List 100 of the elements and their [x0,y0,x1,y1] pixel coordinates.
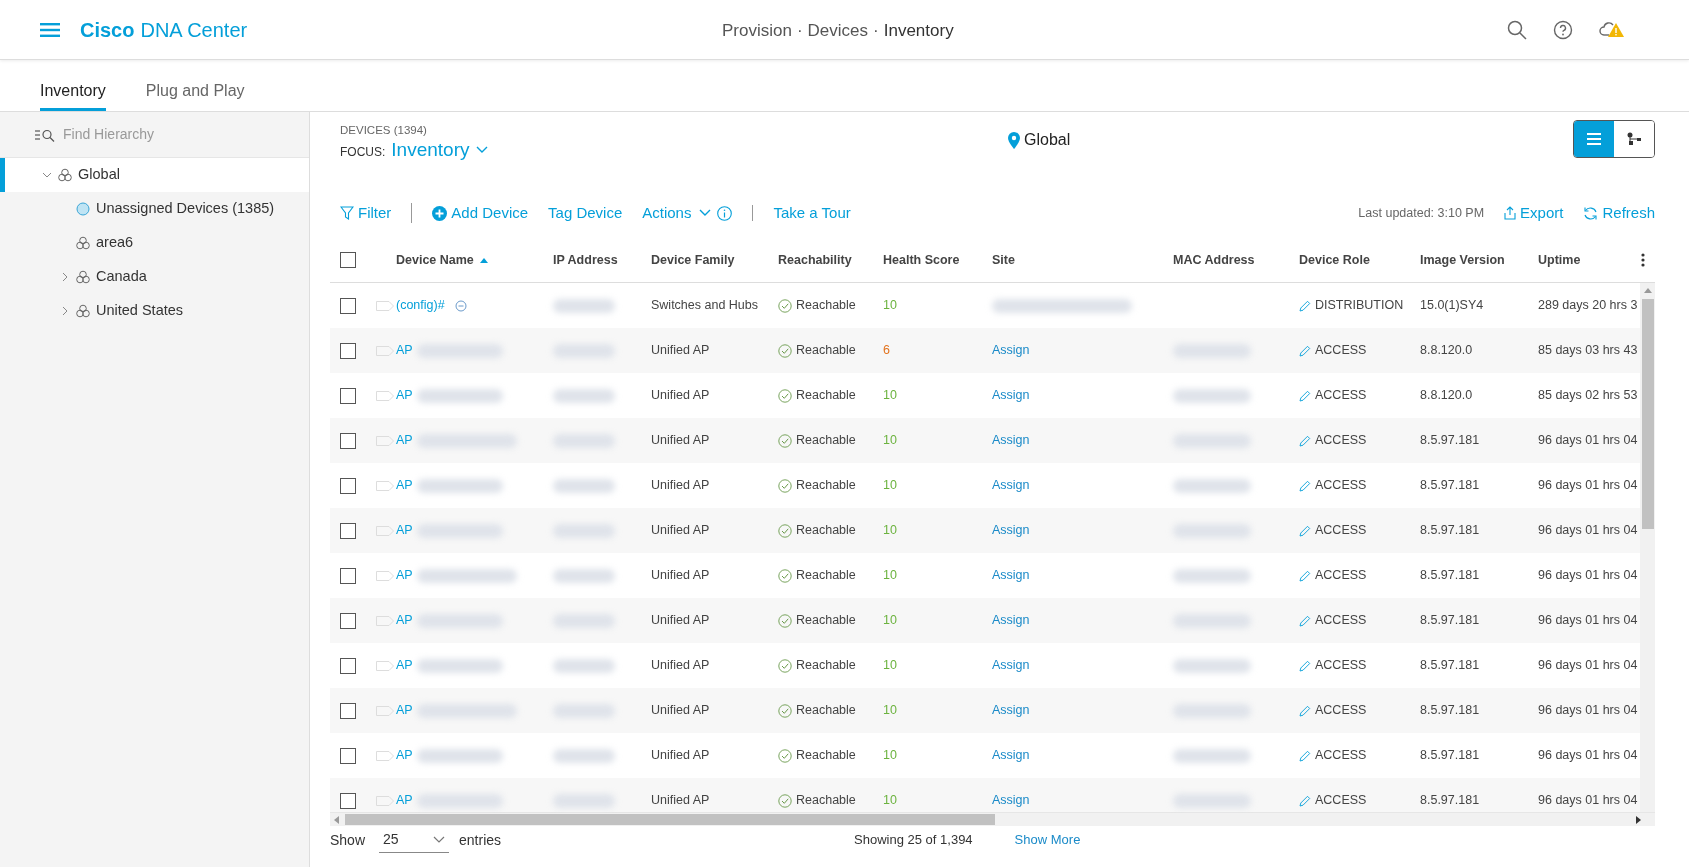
checkbox[interactable] [340,567,356,584]
scrollbar-thumb[interactable] [345,814,995,825]
checkbox[interactable] [340,747,356,764]
assign-link[interactable]: Assign [992,566,1030,585]
column-header[interactable]: Uptime [1538,250,1581,270]
assign-link[interactable]: Assign [992,386,1030,405]
device-name-link[interactable]: AP [396,746,413,765]
breadcrumb-item[interactable]: Devices [807,18,869,44]
scroll-up-icon [1643,288,1652,293]
check-circle-icon [778,793,792,808]
scrollbar-thumb[interactable] [1641,299,1654,529]
checkbox[interactable] [340,432,356,449]
table-row[interactable]: AP Unified AP Reachable 10 Assign ACCESS 8.5.97.181 96 days 01 hrs 04 [330,598,1640,643]
column-header[interactable]: Site [992,250,1015,270]
column-header[interactable]: MAC Address [1173,250,1255,270]
checkbox[interactable] [340,657,356,674]
assign-link[interactable]: Assign [992,656,1030,675]
search-field[interactable]: Find Hierarchy [63,124,283,145]
health-score: 10 [883,567,897,585]
tree-item[interactable]: area6 [0,226,309,260]
table-row[interactable]: AP Unified AP Reachable 10 Assign ACCESS 8.5.97.181 96 days 01 hrs 04 [330,508,1640,553]
breadcrumb-item[interactable]: Provision [722,18,792,44]
redacted-text [553,748,615,763]
column-header[interactable]: Reachability [778,250,852,270]
tree-item[interactable]: Unassigned Devices (1385) [0,192,309,226]
device-name-link[interactable]: AP [396,566,413,585]
pagination-status: Showing 25 of 1,394 [854,831,973,850]
checkbox[interactable] [340,342,356,359]
export-button[interactable]: Export [1504,201,1564,225]
tab[interactable]: Plug and Play [145,60,245,111]
table-cell-text: ACCESS [1315,792,1367,810]
refresh-icon [1583,205,1599,221]
table-row[interactable]: AP Unified AP Reachable 6 Assign ACCESS 8.8.120.0 85 days 03 hrs 43 [330,328,1640,373]
tag-icon [376,750,394,761]
tag-icon [376,345,394,356]
tree-item[interactable]: Canada [0,260,309,294]
table-cell-text: Unified AP [651,657,710,675]
redacted-text [553,388,615,403]
device-name-link[interactable]: AP [396,656,413,675]
column-header[interactable]: Health Score [883,250,960,270]
assign-link[interactable]: Assign [992,791,1030,810]
actions-dropdown[interactable]: Actions [642,201,712,225]
check-circle-icon [778,523,792,538]
health-score: 10 [883,612,897,630]
assign-link[interactable]: Assign [992,701,1030,720]
tag-icon [376,525,394,536]
assign-link[interactable]: Assign [992,611,1030,630]
tree-label: area6 [96,233,134,253]
view-toggle-button[interactable] [1574,121,1614,157]
table-cell-text: Unified AP [651,432,710,450]
breadcrumb-separator: · [873,20,879,42]
table-cell-text: 8.5.97.181 [1420,522,1480,540]
column-header[interactable]: IP Address [553,250,618,270]
checkbox[interactable] [340,477,356,494]
assign-link[interactable]: Assign [992,341,1030,360]
table-cell-text: Reachable [796,792,856,810]
table-row[interactable]: AP Unified AP Reachable 10 Assign ACCESS 8.5.97.181 96 days 01 hrs 04 [330,418,1640,463]
assign-link[interactable]: Assign [992,431,1030,450]
table-cell-text: 8.5.97.181 [1420,657,1480,675]
device-name-link[interactable]: (config)# [396,296,445,315]
checkbox[interactable] [340,702,356,719]
device-name-link[interactable]: AP [396,476,413,495]
tree-item[interactable]: Global [0,158,309,192]
assign-link[interactable]: Assign [992,521,1030,540]
checkbox[interactable] [340,792,356,809]
menu-icon [40,22,60,37]
column-header[interactable]: Device Family [651,250,735,270]
horizontal-scrollbar[interactable] [330,813,1655,826]
take-a-tour-link[interactable]: Take a Tour [773,201,851,225]
show-more-link[interactable]: Show More [1014,830,1081,850]
tag-icon [376,435,394,446]
table-cell-text: 96 days 01 hrs 04 [1538,747,1638,765]
checkbox[interactable] [340,387,356,404]
checkbox[interactable] [340,612,356,629]
site-icon [76,304,90,318]
checkbox[interactable] [340,252,356,268]
add-device-button[interactable]: Add Device [432,201,529,225]
table-cell-text: Reachable [796,657,856,675]
assign-link[interactable]: Assign [992,476,1030,495]
tree-item[interactable]: United States [0,294,309,328]
table-row[interactable]: AP Unified AP Reachable 10 Assign ACCESS 8.5.97.181 96 days 01 hrs 04 [330,778,1640,813]
table-cell-text: ACCESS [1315,612,1367,630]
column-header[interactable]: Image Version [1420,250,1505,270]
tag-icon [376,615,394,626]
checkbox[interactable] [340,297,356,314]
table-cell-text: 8.5.97.181 [1420,432,1480,450]
assign-link[interactable]: Assign [992,746,1030,765]
column-header[interactable]: Device Role [1299,250,1370,270]
table-row[interactable]: AP Unified AP Reachable 10 Assign ACCESS 8.5.97.181 96 days 01 hrs 04 [330,688,1640,733]
table-cell-text: Unified AP [651,567,710,585]
device-name-link[interactable]: AP [396,386,413,405]
pencil-icon [1299,749,1311,762]
menu-button[interactable] [40,22,60,37]
table-cell-text: Unified AP [651,522,710,540]
health-score: 10 [883,657,897,675]
page-size-dropdown[interactable]: 25 [379,827,450,853]
vertical-scrollbar[interactable] [1640,283,1655,813]
checkbox[interactable] [340,522,356,539]
column-header[interactable]: Device Name [396,250,474,270]
tree-label: Canada [96,267,147,287]
